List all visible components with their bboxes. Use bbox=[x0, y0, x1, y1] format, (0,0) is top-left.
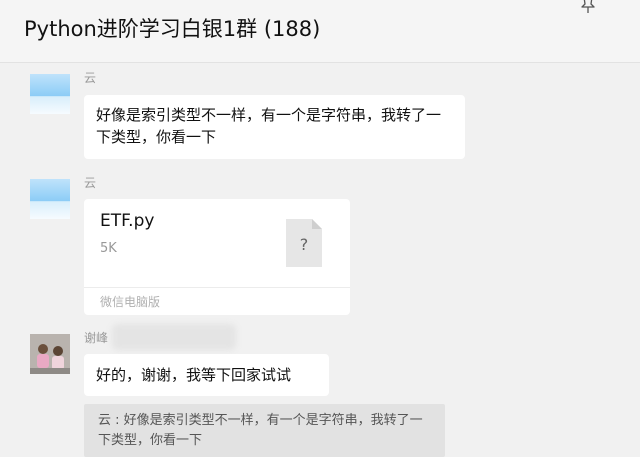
file-size: 5K bbox=[100, 241, 117, 256]
message-bubble[interactable]: 好像是索引类型不一样，有一个是字符串，我转了一下类型，你看一下 bbox=[84, 95, 465, 159]
quoted-text: 云 : 好像是索引类型不一样，有一个是字符串，我转了一下类型，你看一下 bbox=[98, 413, 423, 448]
message-text: 好像是索引类型不一样，有一个是字符串，我转了一下类型，你看一下 bbox=[96, 106, 442, 146]
message-list[interactable]: 云 好像是索引类型不一样，有一个是字符串，我转了一下类型，你看一下 云 ETF.… bbox=[0, 62, 640, 457]
pin-icon bbox=[581, 0, 595, 13]
file-attachment[interactable]: ETF.py 5K ? 微信电脑版 bbox=[84, 199, 350, 315]
sender-name: 云 bbox=[84, 176, 97, 190]
avatar[interactable] bbox=[30, 334, 70, 374]
file-source-label: 微信电脑版 bbox=[100, 295, 161, 309]
avatar[interactable] bbox=[30, 74, 70, 114]
sender-name: 云 bbox=[84, 71, 97, 85]
message-text: 好的，谢谢，我等下回家试试 bbox=[96, 366, 292, 384]
avatar-photo-icon bbox=[30, 334, 70, 374]
chat-title: Python进阶学习白银1群 (188) bbox=[24, 17, 321, 41]
unknown-file-icon: ? bbox=[286, 219, 322, 267]
file-icon-glyph: ? bbox=[299, 235, 309, 254]
avatar[interactable] bbox=[30, 179, 70, 219]
sender-name: 谢峰 bbox=[84, 331, 109, 345]
quoted-message[interactable]: 云 : 好像是索引类型不一样，有一个是字符串，我转了一下类型，你看一下 bbox=[84, 404, 445, 457]
message-bubble[interactable]: 好的，谢谢，我等下回家试试 bbox=[84, 354, 329, 396]
pin-button[interactable] bbox=[578, 0, 598, 14]
redaction-blur bbox=[112, 324, 236, 350]
file-name: ETF.py bbox=[100, 211, 155, 231]
chat-header: Python进阶学习白银1群 (188) bbox=[0, 0, 640, 63]
divider bbox=[84, 287, 350, 288]
